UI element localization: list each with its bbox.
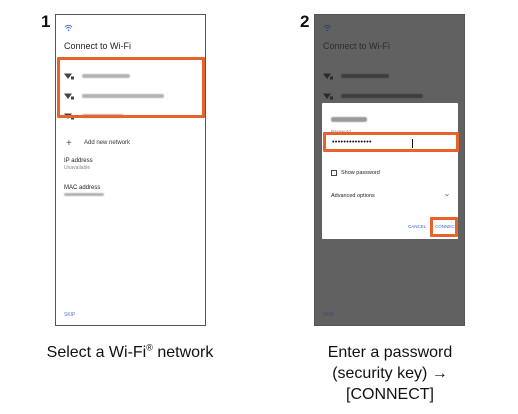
caption-line-1: Enter a password — [327, 344, 453, 361]
skip-button: SKIP — [323, 312, 335, 318]
wifi-password-dialog: Password •••••••••••••• Show password Ad… — [322, 103, 459, 239]
advanced-options-toggle[interactable]: Advanced options — [331, 193, 375, 199]
network-list-highlight — [57, 57, 205, 118]
show-password-checkbox[interactable] — [331, 170, 337, 176]
plus-icon: + — [66, 138, 72, 149]
show-password-label: Show password — [341, 170, 380, 176]
wifi-lock-icon — [323, 73, 333, 80]
mac-address-label: MAC address — [64, 185, 101, 191]
connect-button-highlight — [430, 217, 458, 237]
step-1-phone-screen: Connect to Wi-Fi + Add new network IP ad… — [55, 14, 206, 326]
wifi-lock-icon — [323, 93, 333, 100]
add-new-network-button[interactable]: Add new network — [84, 140, 130, 146]
mac-address-value-obscured — [64, 193, 104, 196]
step-2-caption: Enter a password (security key) → [CONNE… — [280, 342, 500, 405]
network-name-obscured — [341, 94, 423, 98]
wifi-network-item — [315, 67, 464, 87]
password-field-highlight — [323, 132, 459, 152]
network-name-obscured — [341, 74, 389, 78]
page-title: Connect to Wi-Fi — [64, 41, 132, 51]
skip-button[interactable]: SKIP — [64, 312, 75, 318]
step-1-caption: Select a Wi-Fi® network — [46, 342, 214, 361]
step-2-phone-screen: Connect to Wi-Fi Password ••••••••••••••… — [314, 14, 465, 326]
caption-line-2: (security key) → — [332, 365, 448, 382]
wifi-icon — [64, 24, 73, 32]
ip-address-label: IP address — [64, 158, 93, 164]
cancel-button[interactable]: CANCEL — [408, 224, 426, 229]
chevron-down-icon — [445, 193, 449, 197]
page-title: Connect to Wi-Fi — [323, 41, 391, 51]
caption-line-3: [CONNECT] — [346, 386, 434, 403]
step-2-number: 2 — [300, 12, 310, 31]
dialog-title-network-name-obscured — [331, 117, 367, 122]
ip-address-value: Unavailable — [64, 165, 91, 171]
wifi-icon — [323, 24, 332, 32]
step-1-number: 1 — [41, 12, 51, 31]
